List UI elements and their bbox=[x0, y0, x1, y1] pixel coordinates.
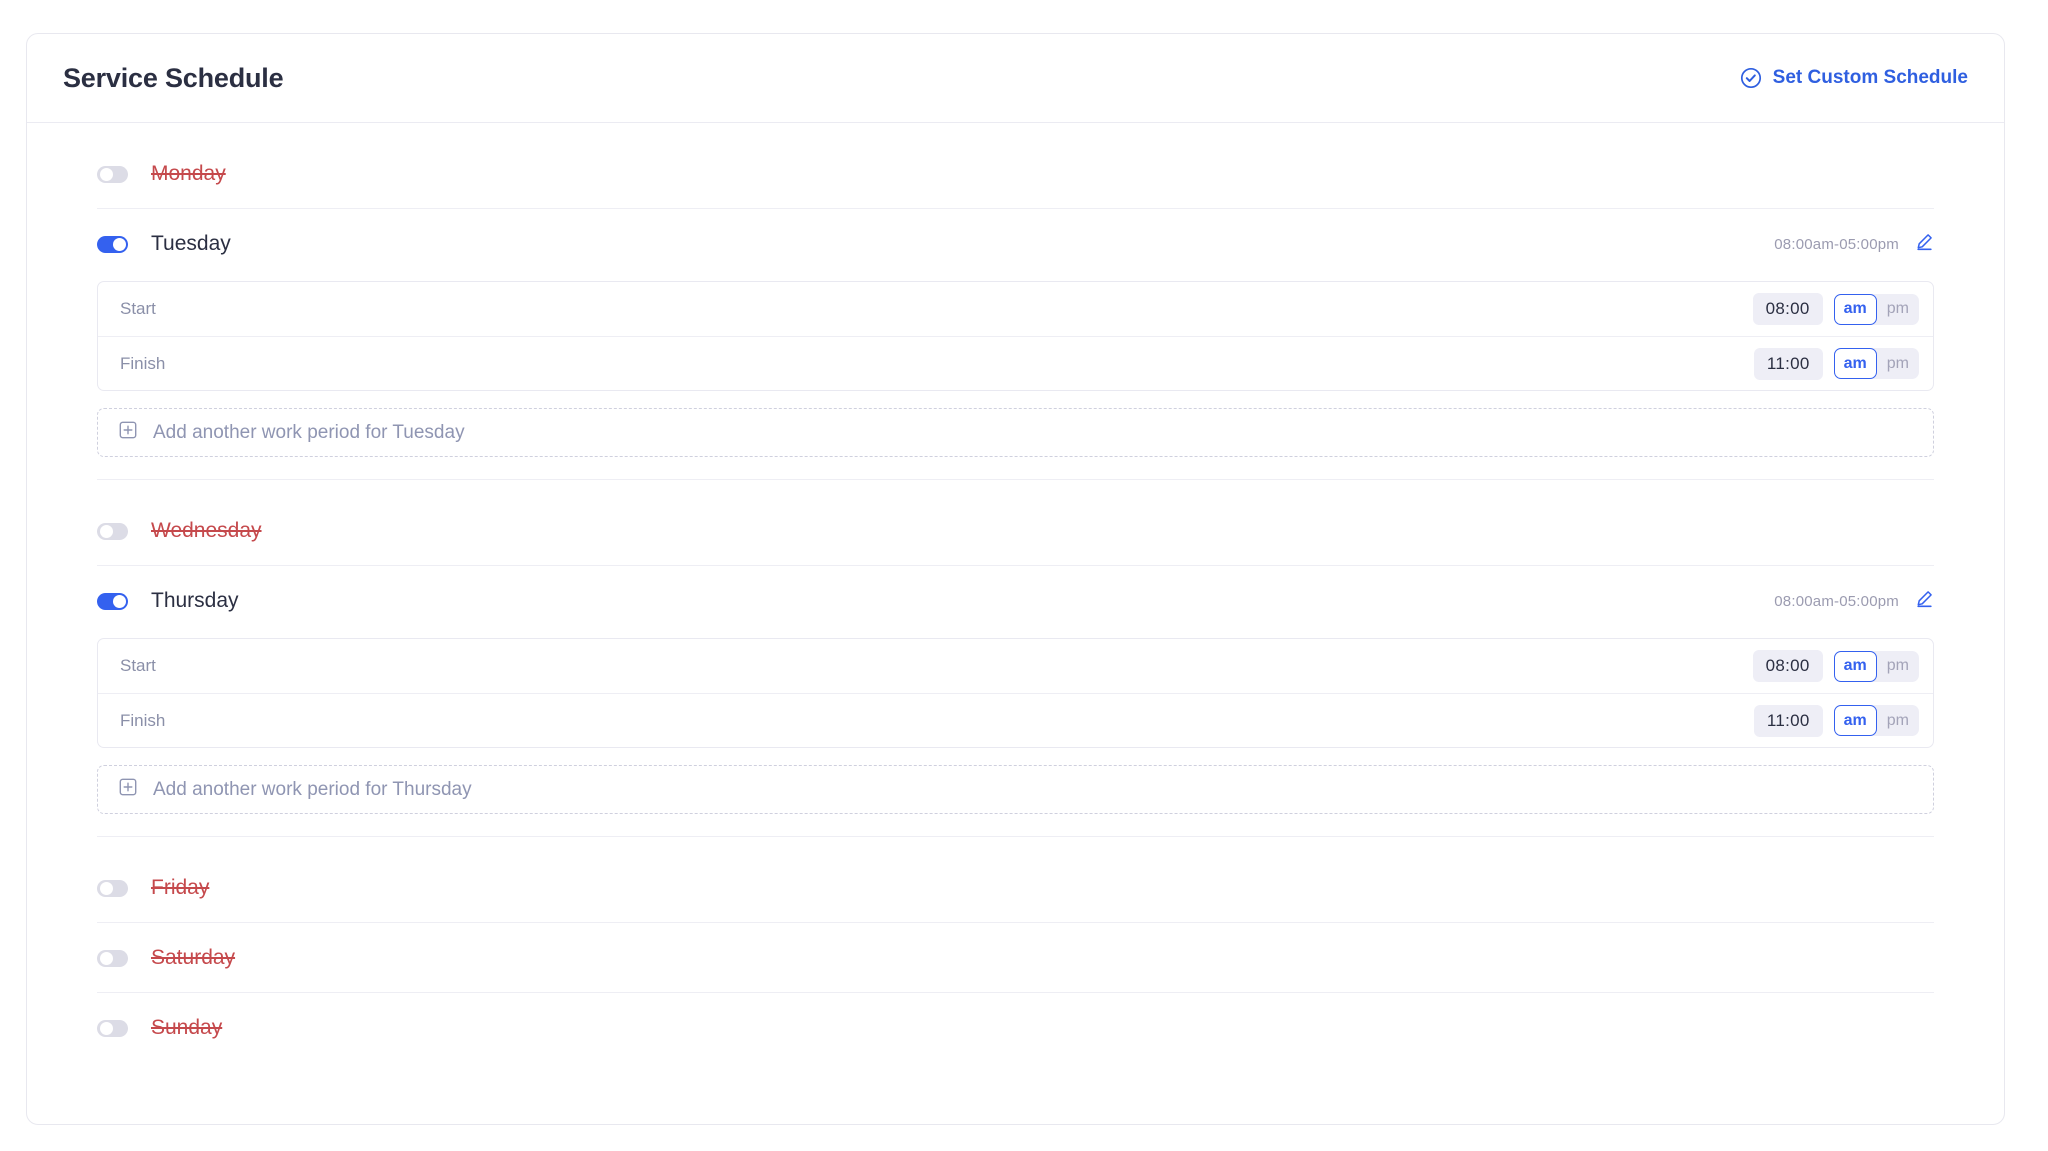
pencil-edit-icon[interactable] bbox=[1915, 232, 1934, 256]
toggle-knob bbox=[99, 951, 113, 965]
add-work-period-button-thursday[interactable]: Add another work period for Thursday bbox=[97, 765, 1934, 814]
period-row: Start 08:00 am pm bbox=[98, 282, 1933, 336]
day-toggle-saturday[interactable] bbox=[97, 949, 128, 967]
toggle-knob bbox=[99, 167, 113, 181]
day-block-wednesday: Wednesday bbox=[75, 496, 1956, 566]
toggle-knob bbox=[112, 237, 126, 251]
period-label: Finish bbox=[120, 353, 166, 373]
day-name-label: Sunday bbox=[151, 1016, 223, 1039]
work-periods-table: Start 08:00 am pm Finish 11:00 am pm bbox=[97, 638, 1934, 748]
day-row: Saturday bbox=[75, 923, 1956, 993]
add-work-period-button-tuesday[interactable]: Add another work period for Tuesday bbox=[97, 408, 1934, 457]
day-block-friday: Friday bbox=[75, 853, 1956, 923]
day-hours-summary: 08:00am-05:00pm bbox=[1774, 235, 1899, 253]
card-header: Service Schedule Set Custom Schedule bbox=[27, 34, 2004, 123]
meridiem-pm-option[interactable]: pm bbox=[1877, 651, 1919, 682]
day-toggle-sunday[interactable] bbox=[97, 1019, 128, 1037]
meridiem-am-option[interactable]: am bbox=[1833, 650, 1877, 682]
day-meta: 08:00am-05:00pm bbox=[1774, 232, 1956, 256]
period-controls: 11:00 am pm bbox=[1753, 704, 1919, 737]
day-block-thursday: Thursday 08:00am-05:00pm Start 08:00 am … bbox=[75, 566, 1956, 853]
check-circle-icon bbox=[1740, 67, 1762, 89]
day-hours-summary: 08:00am-05:00pm bbox=[1774, 592, 1899, 610]
day-row: Tuesday 08:00am-05:00pm bbox=[75, 209, 1956, 279]
meridiem-toggle-group: am pm bbox=[1833, 348, 1919, 379]
day-row: Wednesday bbox=[75, 496, 1956, 566]
work-periods-table: Start 08:00 am pm Finish 11:00 am pm bbox=[97, 281, 1934, 391]
meridiem-pm-option[interactable]: pm bbox=[1877, 705, 1919, 736]
day-row: Sunday bbox=[75, 993, 1956, 1063]
day-meta: 08:00am-05:00pm bbox=[1774, 589, 1956, 613]
period-controls: 08:00 am pm bbox=[1752, 293, 1919, 325]
days-list: Monday Tuesday 08:00am-05:00pm Start 08:… bbox=[27, 123, 2004, 1093]
page-title: Service Schedule bbox=[63, 62, 284, 93]
period-controls: 08:00 am pm bbox=[1752, 650, 1919, 682]
day-block-monday: Monday bbox=[75, 139, 1956, 209]
period-label: Finish bbox=[120, 710, 166, 730]
period-row: Finish 11:00 am pm bbox=[98, 336, 1933, 390]
day-name-label: Monday bbox=[151, 162, 226, 185]
day-name-label: Thursday bbox=[151, 589, 239, 612]
square-plus-icon bbox=[119, 421, 137, 444]
meridiem-toggle-group: am pm bbox=[1833, 650, 1919, 682]
square-plus-icon bbox=[119, 778, 137, 801]
day-block-saturday: Saturday bbox=[75, 923, 1956, 993]
period-row: Start 08:00 am pm bbox=[98, 639, 1933, 693]
add-work-period-label: Add another work period for Thursday bbox=[153, 778, 472, 800]
period-row: Finish 11:00 am pm bbox=[98, 693, 1933, 747]
time-value-input[interactable]: 11:00 bbox=[1753, 347, 1823, 380]
periods-wrap: Start 08:00 am pm Finish 11:00 am pm Add… bbox=[75, 281, 1956, 496]
meridiem-am-option[interactable]: am bbox=[1833, 293, 1877, 325]
meridiem-pm-option[interactable]: pm bbox=[1877, 348, 1919, 379]
day-name-label: Tuesday bbox=[151, 232, 231, 255]
toggle-knob bbox=[112, 594, 126, 608]
day-name-label: Friday bbox=[151, 876, 210, 899]
period-label: Start bbox=[120, 656, 156, 675]
add-work-period-label: Add another work period for Tuesday bbox=[153, 421, 465, 443]
toggle-knob bbox=[99, 881, 113, 895]
meridiem-toggle-group: am pm bbox=[1833, 705, 1919, 736]
day-toggle-thursday[interactable] bbox=[97, 592, 128, 610]
set-custom-schedule-button[interactable]: Set Custom Schedule bbox=[1740, 67, 1968, 89]
day-block-tuesday: Tuesday 08:00am-05:00pm Start 08:00 am p… bbox=[75, 209, 1956, 496]
day-toggle-wednesday[interactable] bbox=[97, 522, 128, 540]
day-name-label: Saturday bbox=[151, 946, 236, 969]
day-row: Thursday 08:00am-05:00pm bbox=[75, 566, 1956, 636]
meridiem-am-option[interactable]: am bbox=[1833, 705, 1877, 736]
day-toggle-monday[interactable] bbox=[97, 165, 128, 183]
meridiem-am-option[interactable]: am bbox=[1833, 348, 1877, 379]
day-toggle-tuesday[interactable] bbox=[97, 235, 128, 253]
toggle-knob bbox=[99, 1021, 113, 1035]
time-value-input[interactable]: 11:00 bbox=[1753, 704, 1823, 737]
time-value-input[interactable]: 08:00 bbox=[1752, 293, 1823, 325]
period-controls: 11:00 am pm bbox=[1753, 347, 1919, 380]
pencil-edit-icon[interactable] bbox=[1915, 589, 1934, 613]
day-block-sunday: Sunday bbox=[75, 993, 1956, 1063]
periods-wrap: Start 08:00 am pm Finish 11:00 am pm Add… bbox=[75, 638, 1956, 853]
service-schedule-card: Service Schedule Set Custom Schedule Mon… bbox=[26, 33, 2005, 1125]
set-custom-schedule-label: Set Custom Schedule bbox=[1772, 67, 1968, 88]
meridiem-toggle-group: am pm bbox=[1833, 293, 1919, 325]
day-toggle-friday[interactable] bbox=[97, 879, 128, 897]
toggle-knob bbox=[99, 524, 113, 538]
meridiem-pm-option[interactable]: pm bbox=[1877, 294, 1919, 325]
day-row: Friday bbox=[75, 853, 1956, 923]
day-name-label: Wednesday bbox=[151, 519, 262, 542]
time-value-input[interactable]: 08:00 bbox=[1752, 650, 1823, 682]
period-label: Start bbox=[120, 299, 156, 318]
day-row: Monday bbox=[75, 139, 1956, 209]
